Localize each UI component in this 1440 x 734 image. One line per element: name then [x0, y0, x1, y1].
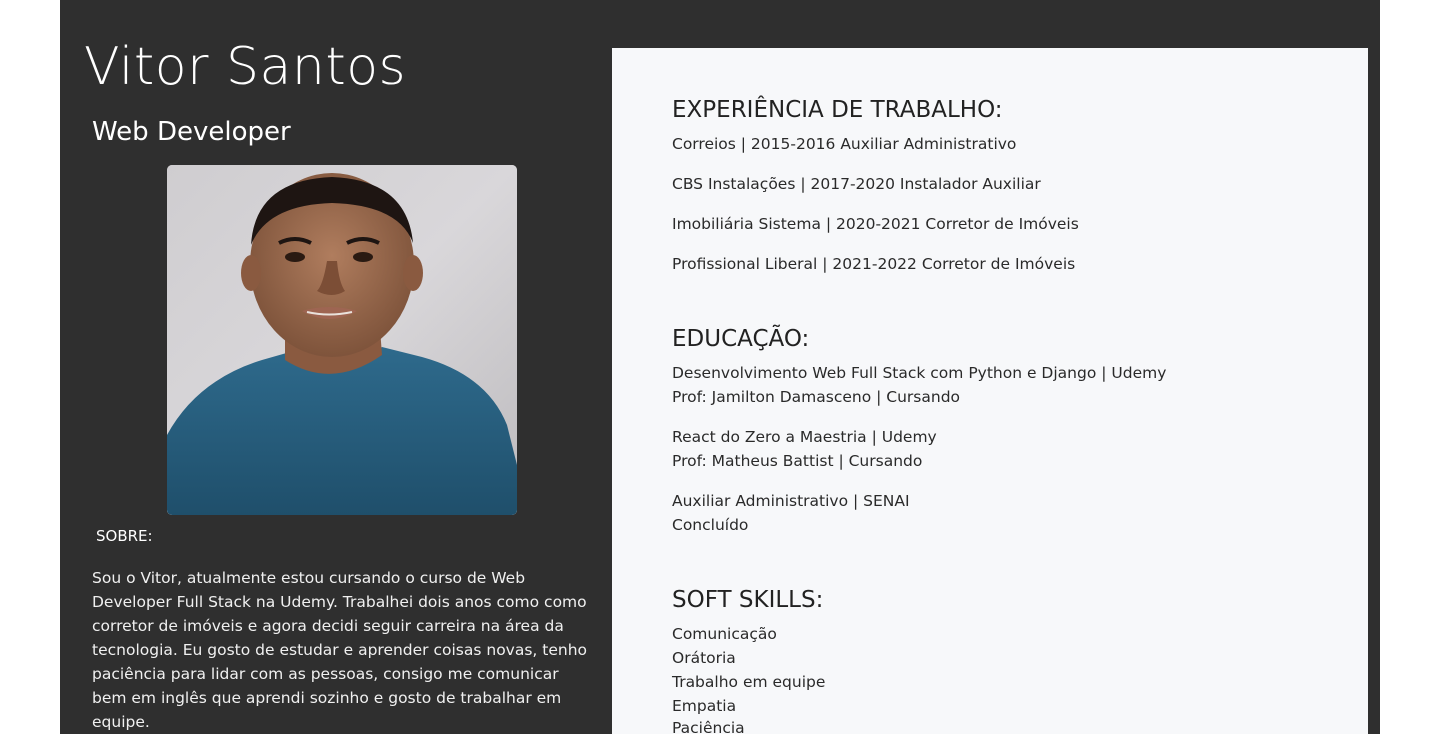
main-content: EXPERIÊNCIA DE TRABALHO: Correios | 2015… [612, 48, 1368, 734]
education-item-line2: Prof: Matheus Battist | Cursando [672, 452, 923, 470]
education-item-line2: Concluído [672, 516, 749, 534]
sidebar: Vitor Santos Web Developer SOBRE: Sou o … [60, 0, 612, 734]
profile-photo [167, 165, 517, 515]
education-title: EDUCAÇÃO: [672, 326, 810, 352]
education-item-line1: React do Zero a Maestria | Udemy [672, 428, 937, 446]
portrait-photo-icon [167, 165, 517, 515]
experience-item: Correios | 2015-2016 Auxiliar Administra… [672, 135, 1017, 153]
experience-title: EXPERIÊNCIA DE TRABALHO: [672, 97, 1003, 123]
education-item-line1: Desenvolvimento Web Full Stack com Pytho… [672, 364, 1167, 382]
profile-role: Web Developer [92, 117, 291, 147]
profile-name: Vitor Santos [84, 37, 407, 97]
soft-skills-title: SOFT SKILLS: [672, 587, 824, 613]
soft-skill-item: Orátoria [672, 649, 736, 667]
experience-item: CBS Instalações | 2017-2020 Instalador A… [672, 175, 1041, 193]
experience-item: Profissional Liberal | 2021-2022 Correto… [672, 255, 1076, 273]
resume-page: Vitor Santos Web Developer SOBRE: Sou o … [60, 0, 1380, 734]
soft-skill-item: Trabalho em equipe [672, 673, 826, 691]
about-text: Sou o Vitor, atualmente estou cursando o… [92, 569, 588, 731]
soft-skill-item: Paciência [672, 719, 745, 734]
experience-item: Imobiliária Sistema | 2020-2021 Corretor… [672, 215, 1079, 233]
about-label: SOBRE: [96, 527, 153, 545]
education-item-line1: Auxiliar Administrativo | SENAI [672, 492, 910, 510]
soft-skill-item: Empatia [672, 697, 737, 715]
education-item-line2: Prof: Jamilton Damasceno | Cursando [672, 388, 961, 406]
soft-skill-item: Comunicação [672, 625, 777, 643]
